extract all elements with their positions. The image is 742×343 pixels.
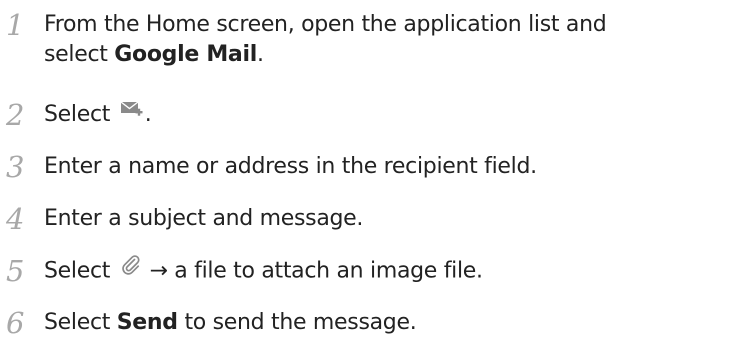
step-text: Enter a name or address in the recipient… (44, 154, 537, 179)
step-number: 1 (6, 8, 25, 42)
step-number: 2 (6, 98, 25, 132)
step-2: 2 Select . (0, 98, 742, 132)
step-text: Select Send to send the message. (44, 306, 742, 338)
send-label: Send (116, 310, 178, 335)
step-1: 1 From the Home screen, open the applica… (0, 8, 742, 70)
step-text: Select . (44, 98, 742, 130)
app-name-google-mail: Google Mail (114, 42, 257, 67)
step-6: 6 Select Send to send the message. (0, 306, 742, 340)
step-number: 6 (6, 306, 25, 340)
step-number: 4 (6, 202, 25, 236)
compose-mail-icon (120, 98, 144, 128)
step-text: Select → a file to attach an image file. (44, 254, 742, 287)
step-6-suffix: to send the message. (177, 310, 417, 335)
step-text: From the Home screen, open the applicati… (44, 8, 742, 70)
instruction-steps: 1 From the Home screen, open the applica… (0, 0, 742, 343)
step-5: 5 Select → a file to attach an image fil… (0, 254, 742, 288)
step-1-line-2-suffix: . (256, 42, 264, 67)
step-3: 3 Enter a name or address in the recipie… (0, 150, 742, 184)
step-number: 3 (6, 150, 25, 184)
step-1-line-1: From the Home screen, open the applicati… (44, 12, 607, 37)
step-2-prefix: Select (44, 102, 117, 127)
step-number: 5 (6, 254, 25, 288)
step-1-line-2-prefix: select (44, 42, 115, 67)
step-4: 4 Enter a subject and message. (0, 202, 742, 236)
step-6-prefix: Select (44, 310, 117, 335)
step-text: Enter a subject and message. (44, 206, 364, 231)
step-5-prefix: Select (44, 258, 117, 284)
paperclip-icon (120, 254, 142, 285)
step-2-suffix: . (144, 102, 152, 127)
step-5-suffix: → a file to attach an image file. (142, 258, 483, 284)
